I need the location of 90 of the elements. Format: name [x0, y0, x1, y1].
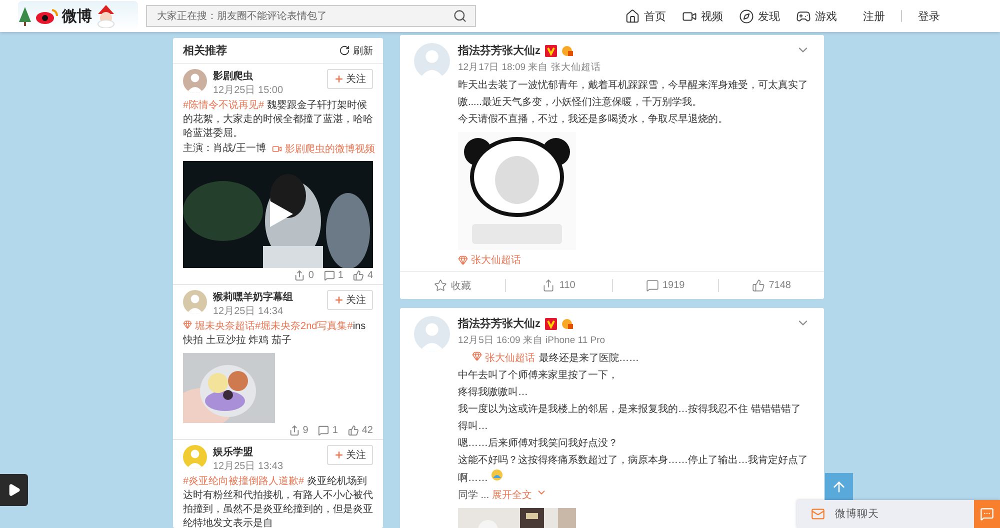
register-link[interactable]: 注册: [863, 8, 885, 24]
post-text: 我一度以为这或许是我楼上的邻居，是来报复我的…按得我忍不住 错错错错了得叫…: [458, 402, 802, 434]
post-text: 中午去叫了个师傅来家里按了一下，: [458, 368, 619, 383]
avatar[interactable]: [183, 290, 207, 314]
post-text: 这能不好吗？这按得疼痛系数超过了，病原本身……停止了输出…我肯定好点了啊……: [458, 454, 809, 486]
author-name[interactable]: 指法芬芳张大仙z: [458, 316, 540, 331]
refresh-icon[interactable]: [339, 45, 350, 56]
avatar[interactable]: [183, 69, 207, 93]
diamond-icon: [458, 255, 468, 265]
like-icon: [353, 270, 364, 281]
tree-icon: [18, 6, 32, 26]
comment-count[interactable]: 1: [318, 425, 338, 436]
follow-button[interactable]: 关注: [327, 445, 373, 465]
action-button[interactable]: 1919: [612, 279, 718, 292]
post-time: 12月25日 14:34: [213, 305, 284, 318]
repost-count[interactable]: 0: [294, 270, 314, 281]
verified-icon: [544, 318, 556, 330]
login-link[interactable]: 登录: [918, 8, 940, 24]
plus-icon: [334, 295, 344, 305]
emoji-icon: [490, 469, 504, 481]
post-time: 12月25日 13:43: [213, 460, 284, 473]
like-icon: [348, 425, 359, 436]
post-meta: 12月5日 16:09 来自 iPhone 11 Pro: [458, 334, 606, 347]
like-count[interactable]: 4: [353, 270, 373, 281]
crown-icon: [560, 318, 574, 330]
santa-icon: [95, 4, 117, 28]
repost-count[interactable]: 9: [288, 425, 308, 436]
eye-icon: [35, 7, 59, 25]
diamond-icon: [183, 320, 192, 329]
post-text: 今天请假不直播，不过，我还是多喝烫水，争取尽早退烧的。: [458, 112, 729, 127]
logo-text: 微博: [62, 6, 92, 26]
post-text: 疼得我嗷嗷叫…: [458, 386, 529, 400]
weibo-logo[interactable]: 微博: [18, 1, 138, 31]
nav-link[interactable]: 首页: [625, 8, 666, 24]
action-button[interactable]: 收藏: [400, 278, 506, 292]
comment-icon: [646, 279, 658, 292]
verified-icon: [544, 44, 556, 56]
nav-link[interactable]: 游戏: [796, 8, 837, 24]
comment-icon: [324, 270, 335, 281]
like-count[interactable]: 42: [348, 425, 373, 436]
diamond-icon: [472, 351, 482, 361]
post-text: 张大仙超话 最终还是来了医院……: [458, 350, 810, 367]
plus-icon: [334, 74, 344, 84]
nav-link[interactable]: 视频: [682, 8, 723, 24]
mail-icon: [811, 507, 825, 521]
home-icon: [625, 8, 640, 24]
post-text: #陈情令不说再见# 魏婴跟金子轩打架时候的花絮，大家走的时候全都撞了蓝湛，哈哈哈蓝湛委屈。: [183, 99, 373, 141]
user-name[interactable]: 猴莉嘿羊奶字幕组: [213, 290, 293, 304]
user-name[interactable]: 娱乐学盟: [213, 445, 284, 459]
crown-icon: [560, 44, 574, 56]
post-text: 嗯……后来师傅对我笑问我好点没？: [458, 436, 619, 451]
star-icon: [434, 279, 448, 292]
plus-icon: [334, 450, 344, 460]
chat-bar[interactable]: 微博聊天: [797, 500, 1000, 528]
chat-icon: [980, 507, 994, 521]
user-name[interactable]: 影剧爬虫: [213, 69, 284, 83]
play-button[interactable]: [0, 474, 28, 506]
follow-button[interactable]: 关注: [327, 290, 373, 310]
share-icon: [288, 425, 300, 436]
comment-icon: [318, 425, 330, 436]
play-icon: [7, 483, 21, 497]
video-icon: [272, 144, 282, 154]
cast-text: 主演：肖战/王一博: [183, 142, 266, 156]
search-input[interactable]: 大家正在搜：朋友圈不能评论表情包了: [155, 10, 453, 22]
search-field[interactable]: 大家正在搜：朋友圈不能评论表情包了: [146, 5, 476, 27]
post-meta: 12月17日 18:09 来自 张大仙超话: [458, 61, 602, 74]
author-name[interactable]: 指法芬芳张大仙z: [458, 43, 540, 58]
action-button[interactable]: 110: [505, 279, 612, 292]
compass-icon: [739, 8, 754, 24]
like-icon: [752, 279, 765, 292]
gamepad-icon: [796, 8, 811, 24]
follow-button[interactable]: 关注: [327, 69, 373, 89]
chat-button[interactable]: [974, 500, 1000, 528]
post-text: 昨天出去装了一波忧郁青年，戴着耳机踩踩雪，今早醒来浑身难受，可太真实了嗷.....最近天气多变，小妖怪们注意保暖，千万别学我。: [458, 78, 809, 110]
post-time: 12月25日 15:00: [213, 84, 284, 97]
nav-link[interactable]: 发现: [739, 8, 780, 24]
chat-label: 微博聊天: [835, 507, 879, 521]
panel-title: 相关推荐: [183, 44, 227, 58]
refresh-link[interactable]: 刷新: [339, 44, 373, 58]
arrow-up-icon: [831, 479, 847, 495]
post-text: 堀未央奈超话#堀未央奈2nd写真集#ins 快拍 土豆沙拉 炸鸡 茄子: [183, 320, 367, 348]
post-text: 同学 ...: [458, 490, 490, 501]
action-button[interactable]: 7148: [718, 279, 824, 292]
share-icon: [542, 279, 556, 292]
search-icon: [453, 9, 467, 23]
share-icon: [294, 270, 306, 281]
avatar[interactable]: [183, 445, 207, 469]
post-text: #炎亚纶向被撞倒路人道歉# 炎亚纶机场到达时有粉丝和代拍接机，有路人不小心被代拍撞到，虽然不是炎亚纶撞到的，但是炎亚纶特地发文表示是自: [183, 475, 373, 528]
comment-count[interactable]: 1: [324, 270, 344, 281]
back-to-top-button[interactable]: [825, 473, 853, 501]
